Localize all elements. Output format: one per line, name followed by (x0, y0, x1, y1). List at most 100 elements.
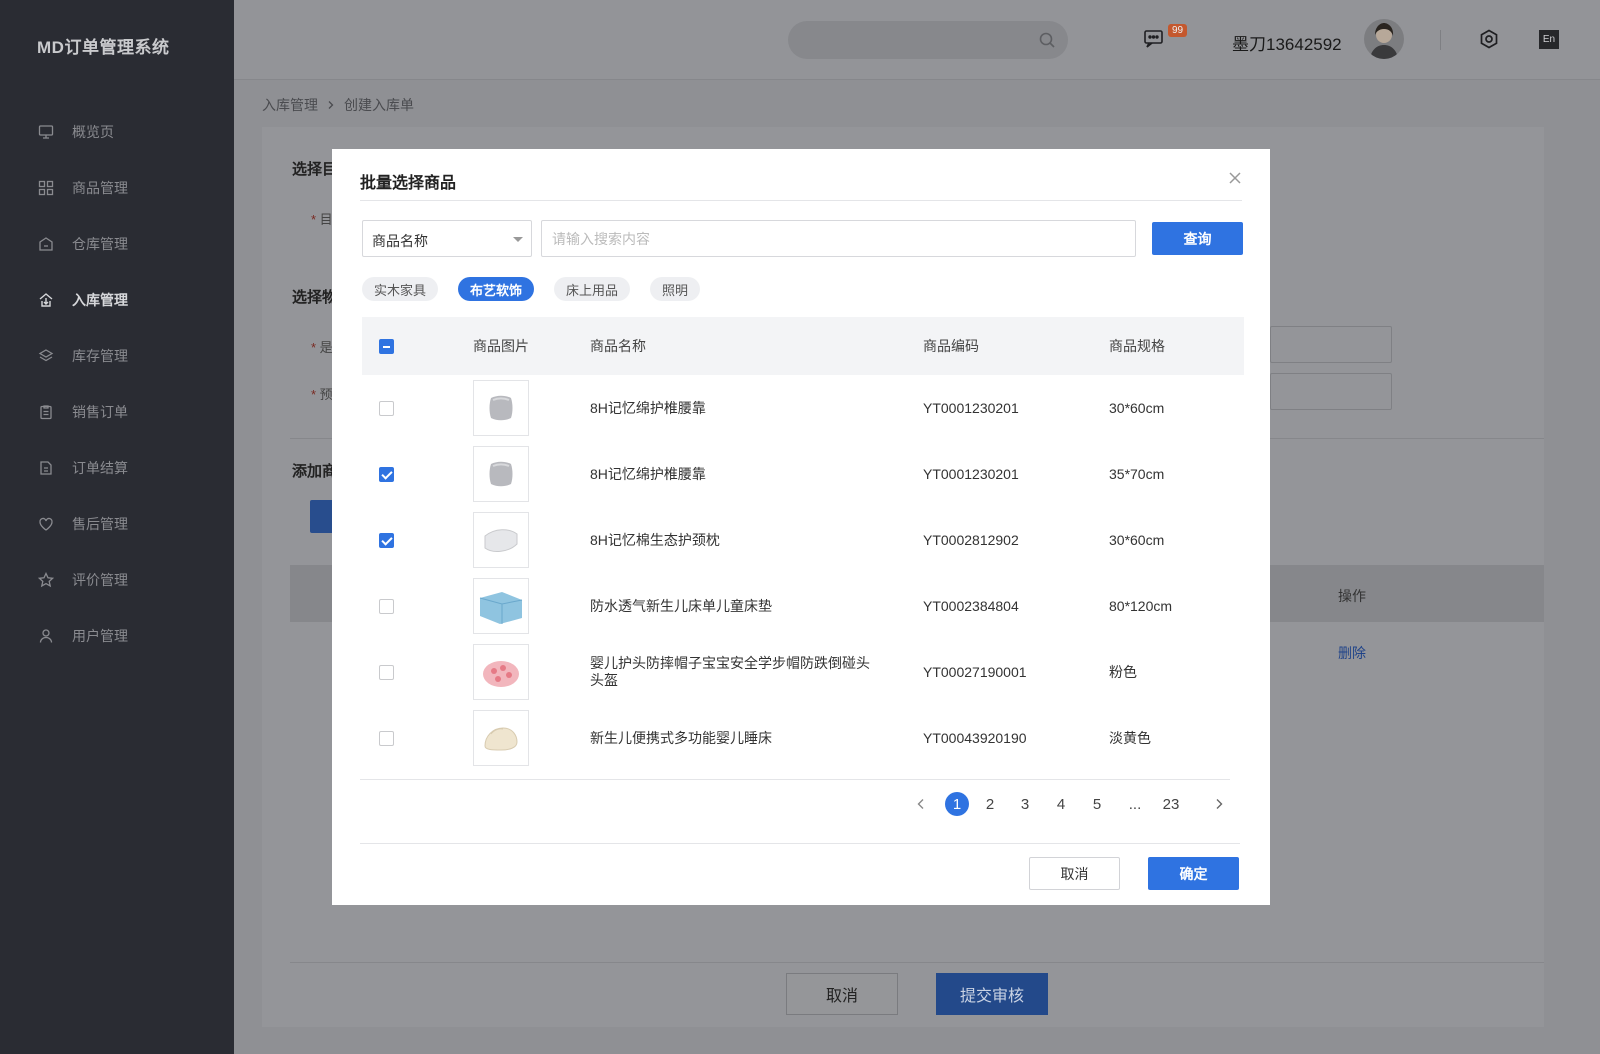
baby-helmet-image (483, 661, 519, 687)
row-checkbox[interactable] (379, 466, 394, 482)
product-spec: 淡黄色 (1109, 730, 1151, 746)
sidebar-item-label: 入库管理 (72, 292, 128, 308)
search-input[interactable] (541, 220, 1136, 257)
product-code: YT0002384804 (923, 598, 1019, 614)
pagination-page-3[interactable]: 3 (1013, 791, 1037, 817)
settlement-icon (40, 461, 52, 475)
query-button[interactable]: 查询 (1152, 222, 1243, 255)
chevron-right-icon (1216, 799, 1223, 809)
pagination-page-5[interactable]: 5 (1085, 791, 1109, 817)
table-row[interactable]: 婴儿护头防摔帽子宝宝安全学步帽防跌倒碰头头盔 YT00027190001 粉色 (362, 639, 1244, 705)
pagination: 1 2 3 4 5 ... 23 (332, 791, 1270, 819)
message-count-badge: 99 (1168, 24, 1188, 37)
section-title-target: 选择目 (292, 161, 338, 178)
message-icon[interactable] (1143, 28, 1165, 50)
sidebar-item-products[interactable]: 商品管理 (0, 160, 234, 216)
pagination-ellipsis[interactable]: ... (1123, 791, 1147, 817)
sidebar-item-label: 仓库管理 (72, 236, 128, 252)
sidebar-item-users[interactable]: 用户管理 (0, 608, 234, 664)
section-title-add-products: 添加商 (292, 463, 338, 480)
breadcrumb-current: 创建入库单 (344, 97, 414, 113)
sidebar: MD订单管理系统 概览页 商品管理 仓库管理 入库管理 库存管理 销售订单 订单… (0, 0, 234, 1054)
pagination-next[interactable] (1207, 791, 1231, 817)
sidebar-item-settlement[interactable]: 订单结算 (0, 440, 234, 496)
table-row[interactable]: 8H记忆绵护椎腰靠 YT0001230201 30*60cm (362, 375, 1244, 441)
header-divider (1440, 30, 1441, 50)
col-header-image: 商品图片 (473, 338, 529, 354)
table-header: 商品图片 商品名称 商品编码 商品规格 (362, 317, 1244, 375)
table-row[interactable]: 新生儿便携式多功能婴儿睡床 YT00043920190 淡黄色 (362, 705, 1244, 771)
sidebar-menu: 概览页 商品管理 仓库管理 入库管理 库存管理 销售订单 订单结算 售后管理 评… (0, 104, 234, 664)
row-checkbox[interactable] (379, 598, 394, 614)
modal-cancel-button[interactable]: 取消 (1029, 857, 1120, 890)
global-search-input[interactable] (788, 21, 1068, 59)
search-field-select[interactable]: 商品名称 (362, 220, 532, 257)
neck-pillow-image (484, 529, 518, 552)
sidebar-item-label: 库存管理 (72, 348, 128, 364)
pagination-page-last[interactable]: 23 (1159, 791, 1183, 817)
product-spec: 30*60cm (1109, 532, 1165, 548)
bg-delete-link[interactable]: 删除 (1338, 643, 1366, 663)
bg-input-2[interactable] (1270, 373, 1392, 410)
row-checkbox[interactable] (379, 730, 394, 746)
table-row[interactable]: 8H记忆绵护椎腰靠 YT0001230201 35*70cm (362, 441, 1244, 507)
star-icon (38, 572, 54, 588)
sidebar-item-warehouse[interactable]: 仓库管理 (0, 216, 234, 272)
search-field-select-value: 商品名称 (372, 233, 428, 249)
search-icon[interactable] (1038, 31, 1056, 49)
bed-pad-image (479, 592, 523, 624)
modal-title: 批量选择商品 (360, 175, 457, 192)
product-thumbnail (473, 446, 529, 502)
table-bottom-divider (360, 779, 1230, 780)
sidebar-item-sales-orders[interactable]: 销售订单 (0, 384, 234, 440)
clipboard-icon (40, 405, 52, 420)
bg-input-1[interactable] (1270, 326, 1392, 363)
table-row[interactable]: 防水透气新生儿床单儿童床垫 YT0002384804 80*120cm (362, 573, 1244, 639)
batch-select-modal: 批量选择商品 商品名称 查询 实木家具 布艺软饰 床上用品 照明 商品图片 商品… (332, 149, 1270, 905)
table-row[interactable]: 8H记忆棉生态护颈枕 YT0002812902 30*60cm (362, 507, 1244, 573)
breadcrumb-parent[interactable]: 入库管理 (262, 95, 318, 115)
product-code: YT0001230201 (923, 400, 1019, 416)
product-name: 8H记忆绵护椎腰靠 (590, 465, 706, 482)
submit-review-button[interactable]: 提交审核 (936, 973, 1048, 1015)
tag-solid-wood[interactable]: 实木家具 (362, 277, 439, 301)
pagination-page-1[interactable]: 1 (945, 792, 969, 816)
sidebar-item-inventory[interactable]: 库存管理 (0, 328, 234, 384)
language-toggle[interactable]: En (1539, 30, 1559, 49)
select-all-checkbox[interactable] (379, 338, 394, 354)
settings-icon[interactable] (1478, 28, 1500, 50)
row-checkbox[interactable] (379, 664, 394, 680)
sidebar-item-label: 销售订单 (72, 404, 128, 420)
product-spec: 80*120cm (1109, 598, 1173, 614)
row-checkbox[interactable] (379, 532, 394, 548)
product-thumbnail (473, 644, 529, 700)
sidebar-item-reviews[interactable]: 评价管理 (0, 552, 234, 608)
avatar[interactable] (1364, 19, 1404, 59)
pagination-page-2[interactable]: 2 (978, 791, 1002, 817)
product-thumbnail (473, 512, 529, 568)
lumbar-pillow-image (489, 395, 513, 421)
sidebar-item-overview[interactable]: 概览页 (0, 104, 234, 160)
bg-col-action: 操作 (1338, 588, 1366, 604)
modal-confirm-button[interactable]: 确定 (1148, 857, 1239, 890)
page-cancel-button[interactable]: 取消 (786, 973, 898, 1015)
chevron-right-icon (328, 101, 334, 109)
pagination-page-4[interactable]: 4 (1049, 791, 1073, 817)
app-brand: MD订单管理系统 (37, 38, 170, 57)
row-checkbox[interactable] (379, 400, 394, 416)
product-thumbnail (473, 710, 529, 766)
tag-lighting[interactable]: 照明 (650, 277, 701, 301)
product-name: 婴儿护头防摔帽子宝宝安全学步帽防跌倒碰头头盔 (590, 655, 870, 688)
pagination-prev[interactable] (909, 791, 933, 817)
sidebar-item-after-sales[interactable]: 售后管理 (0, 496, 234, 552)
sidebar-item-label: 订单结算 (72, 460, 128, 476)
sidebar-item-inbound[interactable]: 入库管理 (0, 272, 234, 328)
tag-fabric-decor[interactable]: 布艺软饰 (458, 277, 535, 301)
field-label-expected: * 预 (311, 387, 333, 402)
col-header-code: 商品编码 (923, 338, 979, 354)
tag-bedding[interactable]: 床上用品 (554, 277, 631, 301)
product-thumbnail (473, 578, 529, 634)
close-icon[interactable] (1226, 169, 1244, 187)
lumbar-pillow-image (489, 461, 513, 487)
username[interactable]: 墨刀13642592 (1232, 30, 1342, 55)
